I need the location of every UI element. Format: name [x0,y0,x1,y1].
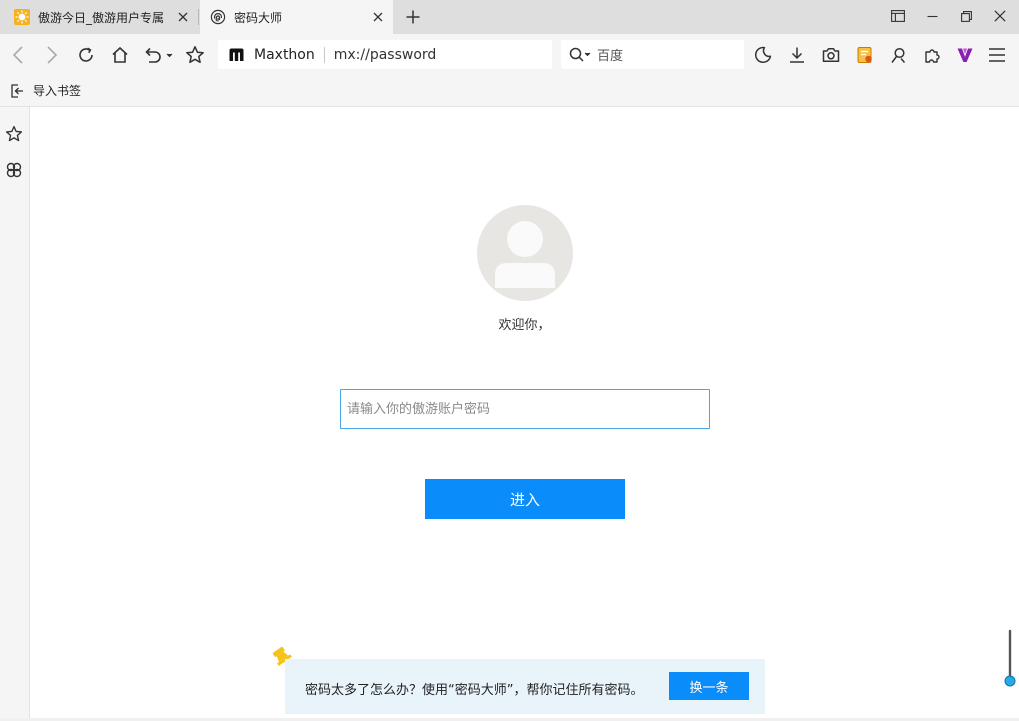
reload-icon [79,47,93,62]
search-box[interactable]: 百度 [561,40,744,69]
screenshot-button[interactable] [819,43,843,67]
tip-banner: 密码太多了怎么办？使用“密码大师”，帮你记住所有密码。 换一条 [285,659,765,714]
undo-close-button[interactable] [142,43,174,67]
home-button[interactable] [108,43,132,67]
import-bookmarks-label: 导入书签 [33,84,82,98]
plus-icon [406,10,420,24]
user-avatar [477,205,573,301]
address-brand: Maxthon [254,46,315,63]
address-bar[interactable]: Maxthon mx://password [218,40,552,69]
navigation-toolbar: Maxthon mx://password 百度 [0,34,1019,76]
new-tab-button[interactable] [403,7,423,27]
chevron-right-icon [47,46,58,64]
sidebar-layout-button[interactable] [886,5,910,27]
close-icon[interactable] [174,8,192,26]
scroll-handle[interactable] [1004,629,1016,689]
note-button[interactable] [853,43,877,67]
puzzle-icon [925,49,940,63]
import-icon [11,83,23,98]
vip-button[interactable] [953,43,977,67]
bookmark-bar: 导入书签 [0,76,1019,107]
search-engine-selector[interactable]: 百度 [569,45,623,64]
clover-icon [6,162,22,178]
extensions-button[interactable] [921,43,945,67]
password-master-page: 欢迎你， 进入 密码太多了怎么办？使用“密码大师”，帮你记住所有密码。 换一条 [30,107,1019,718]
tab-password-master[interactable]: 密码大师 [200,0,393,34]
layout-icon [891,10,905,22]
main-menu-button[interactable] [985,43,1009,67]
sidebar-apps-button[interactable] [3,159,25,181]
password-input[interactable] [340,389,710,429]
next-tip-button[interactable]: 换一条 [669,672,749,700]
undo-icon [145,47,173,63]
minimize-button[interactable] [920,5,944,27]
address-divider [323,46,325,63]
camera-icon [822,48,840,62]
search-icon [569,47,591,62]
welcome-text: 欢迎你， [498,318,551,333]
reload-button[interactable] [74,43,98,67]
import-bookmarks-button[interactable]: 导入书签 [10,82,81,99]
note-icon [857,47,872,63]
minimize-icon [927,15,937,17]
restore-button[interactable] [954,5,978,27]
close-icon[interactable] [369,8,387,26]
vip-v-icon [957,48,973,62]
user-avatar-icon [495,221,555,288]
maxthon-today-icon [14,9,30,25]
download-icon [790,47,804,63]
tab-title: 傲游今日_傲游用户专属 [38,10,165,25]
download-button[interactable] [785,43,809,67]
scroll-handle-icon [1004,629,1016,687]
forward-button[interactable] [40,43,64,67]
fingerprint-icon [210,9,226,25]
tab-divider [198,9,199,25]
close-window-button[interactable] [988,5,1012,27]
back-button[interactable] [6,43,30,67]
side-panel [0,107,30,718]
search-engine-name: 百度 [597,49,624,64]
tab-title: 密码大师 [234,10,283,25]
tab-maxthon-today[interactable]: 傲游今日_傲游用户专属 [0,0,198,34]
sidebar-favorites-button[interactable] [3,123,25,145]
person-search-icon [891,47,906,63]
night-mode-button[interactable] [751,43,775,67]
chevron-left-icon [12,46,23,64]
star-icon [5,125,23,142]
enter-button[interactable]: 进入 [425,479,625,519]
home-icon [112,46,128,63]
star-icon [186,46,204,64]
close-icon [994,10,1006,22]
restore-icon [960,10,972,22]
favorite-button[interactable] [183,43,207,67]
address-url[interactable]: mx://password [334,47,437,63]
maxthon-logo-icon [228,46,245,63]
tip-text: 密码太多了怎么办？使用“密码大师”，帮你记住所有密码。 [305,683,644,698]
moon-icon [754,46,772,63]
account-button[interactable] [887,43,911,67]
menu-icon [989,48,1005,62]
tab-strip: 傲游今日_傲游用户专属 密码大师 [0,0,1019,34]
